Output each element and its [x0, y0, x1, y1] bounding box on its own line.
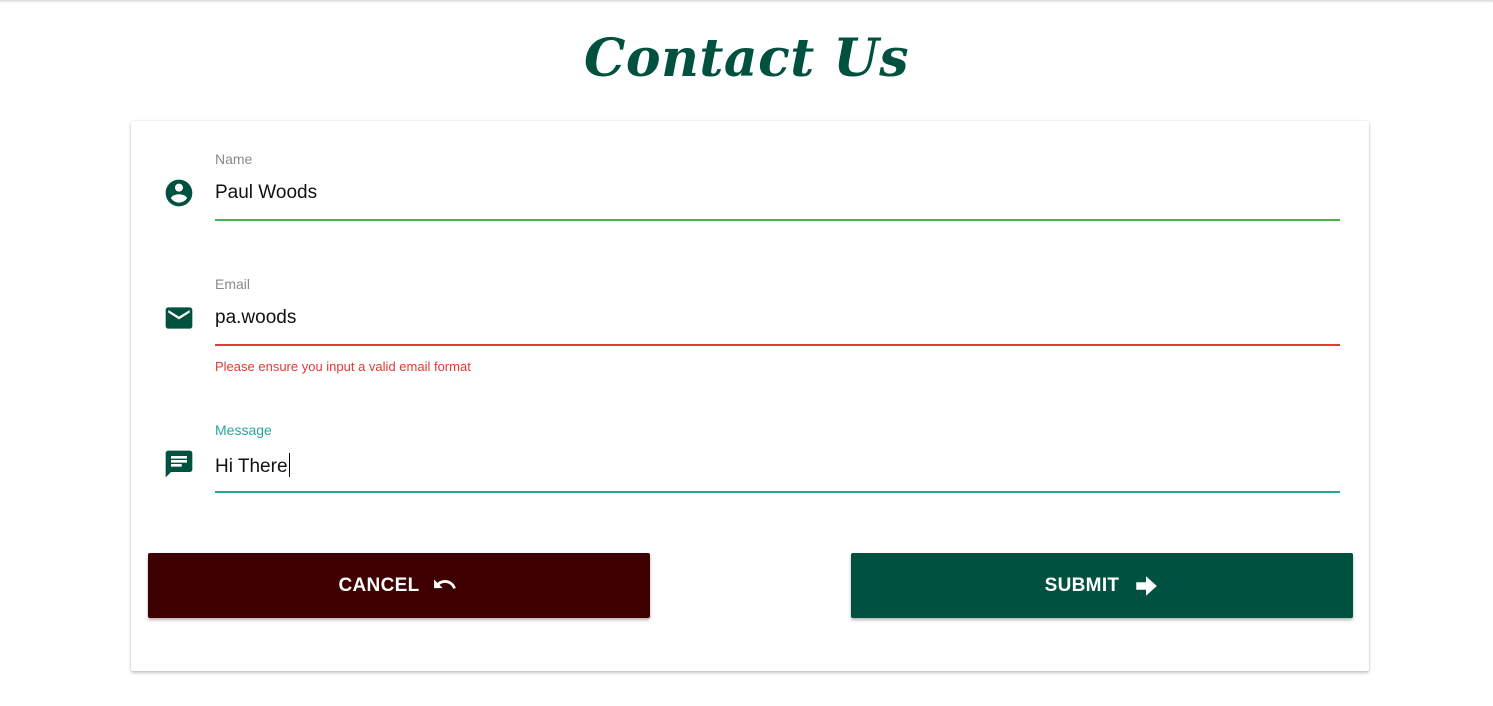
- text-cursor: [288, 453, 291, 477]
- mail-icon: [163, 302, 195, 334]
- cancel-button[interactable]: CANCEL: [148, 553, 650, 618]
- name-input[interactable]: Paul Woods: [215, 182, 317, 204]
- message-icon: [163, 448, 195, 480]
- top-bar-shadow: [0, 0, 1493, 3]
- message-field[interactable]: Message Hi There: [215, 422, 1340, 494]
- email-error-message: Please ensure you input a valid email fo…: [215, 359, 471, 374]
- submit-button-label: SUBMIT: [1044, 574, 1120, 596]
- name-label: Name: [215, 151, 253, 167]
- undo-icon: [433, 575, 459, 597]
- message-label: Message: [215, 422, 272, 438]
- page-title: Contact Us: [584, 28, 909, 89]
- email-field[interactable]: Email pa.woods Please ensure you input a…: [215, 276, 1340, 376]
- contact-form-card: Name Paul Woods Email pa.woods Please en…: [131, 121, 1369, 671]
- email-input[interactable]: pa.woods: [215, 307, 296, 329]
- email-label: Email: [215, 276, 251, 292]
- name-underline: [215, 219, 1340, 221]
- message-underline: [215, 491, 1340, 493]
- account-circle-icon: [163, 177, 195, 209]
- email-underline: [215, 344, 1340, 346]
- message-input[interactable]: Hi There: [215, 453, 291, 478]
- submit-button[interactable]: SUBMIT: [851, 553, 1353, 618]
- cancel-button-label: CANCEL: [338, 574, 420, 596]
- message-text: Hi There: [215, 456, 288, 477]
- name-field[interactable]: Name Paul Woods: [215, 151, 1340, 223]
- arrow-right-icon: [1133, 575, 1159, 597]
